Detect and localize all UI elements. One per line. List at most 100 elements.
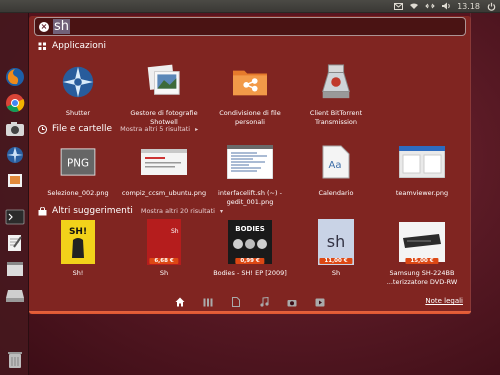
suggestion-label: Sh! — [72, 269, 84, 277]
photos-lens-icon[interactable] — [285, 296, 299, 308]
album-cover-icon: sh 11,00 € — [310, 218, 362, 266]
teamviewer-screenshot-icon — [396, 138, 448, 186]
top-panel: 13.18 — [0, 0, 500, 13]
suggestion-label: Bodies - SH! EP [2009] — [213, 269, 287, 277]
camera-launcher[interactable] — [3, 117, 26, 140]
lens-bar — [29, 293, 471, 311]
suggestion-tile[interactable]: BODIES 0,99 € Bodies - SH! EP [2009] — [207, 218, 293, 294]
shutter-launcher[interactable] — [3, 143, 26, 166]
app-label: Shutter — [65, 109, 91, 117]
wifi-icon[interactable] — [409, 2, 419, 11]
camera-icon — [5, 121, 24, 136]
app-tile-transmission[interactable]: Client BitTorrent Transmission — [293, 58, 379, 134]
text-editor-launcher[interactable] — [3, 231, 26, 254]
clear-search-icon[interactable]: × — [39, 21, 49, 32]
suggestion-tile[interactable]: 15,00 € Samsung SH-224BB ...terizzatore … — [379, 218, 465, 294]
file-tile[interactable]: interfacelift.sh (~) - gedit_001.png — [207, 138, 293, 214]
app-label: Condivisione di file personali — [219, 109, 281, 126]
dvd-drive-icon: 15,00 € — [396, 218, 448, 266]
app-label: Client BitTorrent Transmission — [309, 109, 363, 126]
shotwell-launcher[interactable] — [3, 169, 26, 192]
screenshot-thumbnail-icon — [138, 138, 190, 186]
drive-launcher[interactable] — [3, 283, 26, 306]
files-section-title: File e cartelle — [52, 124, 113, 134]
chrome-icon — [5, 93, 24, 112]
suggestion-tile[interactable]: Sh 6,68 € Sh — [121, 218, 207, 294]
expand-arrow-icon[interactable]: ▸ — [195, 126, 198, 133]
svg-text:PNG: PNG — [67, 158, 89, 170]
price-badge: 11,00 € — [319, 258, 353, 264]
cover-text: sh — [327, 232, 345, 251]
system-settings-launcher[interactable] — [3, 257, 26, 280]
suggestion-tile[interactable]: sh 11,00 € Sh — [293, 218, 379, 294]
launcher — [0, 13, 471, 375]
chrome-launcher[interactable] — [3, 91, 26, 114]
svg-text:Aa: Aa — [329, 160, 342, 171]
video-lens-icon[interactable] — [313, 296, 327, 308]
home-lens-icon[interactable] — [173, 296, 187, 308]
app-tile-file-sharing[interactable]: Condivisione di file personali — [207, 58, 293, 134]
hard-drive-icon — [5, 289, 24, 302]
png-file-icon: PNG — [52, 138, 104, 186]
price-badge: 0,99 € — [235, 258, 265, 264]
file-label: Calendario — [318, 189, 354, 197]
mail-icon[interactable] — [393, 2, 403, 11]
file-tile[interactable]: PNG Selezione_002.png — [35, 138, 121, 214]
files-section-header[interactable]: File e cartelle Mostra altri 5 risultati… — [37, 123, 198, 135]
firefox-launcher[interactable] — [3, 65, 26, 88]
shutter-icon — [52, 58, 104, 106]
clock-icon — [37, 124, 47, 134]
file-label: teamviewer.png — [395, 189, 449, 197]
cover-text: SH! — [69, 227, 87, 237]
album-cover-icon: BODIES 0,99 € — [224, 218, 276, 266]
window-icon — [6, 261, 23, 276]
files-show-more[interactable]: Mostra altri 5 risultati — [120, 125, 190, 133]
network-icon[interactable] — [425, 2, 435, 11]
price-badge: 15,00 € — [405, 258, 439, 264]
file-tile[interactable]: compiz_ccsm_ubuntu.png — [121, 138, 207, 214]
legal-notes-link[interactable]: Note legali — [425, 297, 463, 305]
apps-lens-icon[interactable] — [201, 296, 215, 308]
suggestion-tile[interactable]: SH! Sh! — [35, 218, 121, 294]
terminal-launcher[interactable] — [3, 205, 26, 228]
files-lens-icon[interactable] — [229, 296, 243, 308]
trash-launcher[interactable] — [3, 347, 26, 370]
shutter-icon — [6, 146, 23, 163]
suggestions-show-more[interactable]: Mostra altri 20 risultati — [141, 207, 215, 215]
terminal-icon — [5, 209, 24, 224]
font-file-icon: Aa — [310, 138, 362, 186]
volume-icon[interactable] — [441, 2, 451, 11]
gedit-screenshot-icon — [224, 138, 276, 186]
file-tile[interactable]: teamviewer.png — [379, 138, 465, 214]
file-label: interfacelift.sh (~) - gedit_001.png — [218, 189, 282, 206]
suggestions-section-title: Altri suggerimenti — [52, 206, 133, 216]
power-icon[interactable] — [486, 2, 496, 11]
shopping-bag-icon — [37, 206, 47, 216]
cover-text: BODIES — [235, 225, 265, 233]
file-tile[interactable]: Aa Calendario — [293, 138, 379, 214]
text-editor-icon — [7, 234, 22, 251]
suggestions-section-header[interactable]: Altri suggerimenti Mostra altri 20 risul… — [37, 205, 223, 217]
trash-icon — [7, 351, 22, 368]
apps-section-header[interactable]: Applicazioni — [37, 40, 106, 52]
cover-text: Sh — [171, 228, 179, 235]
apps-section-icon — [37, 41, 47, 51]
search-query[interactable]: sh — [53, 19, 71, 34]
suggestion-label: Sh — [159, 269, 169, 277]
firefox-icon — [5, 67, 24, 86]
suggestion-label: Samsung SH-224BB ...terizzatore DVD-RW — [386, 269, 458, 286]
album-cover-icon: Sh 6,68 € — [138, 218, 190, 266]
file-label: Selezione_002.png — [47, 189, 109, 197]
clock[interactable]: 13.18 — [457, 2, 480, 11]
folder-share-icon — [224, 58, 276, 106]
shotwell-icon — [138, 58, 190, 106]
expand-arrow-icon[interactable]: ▾ — [220, 208, 223, 215]
file-label: compiz_ccsm_ubuntu.png — [121, 189, 207, 197]
photos-icon — [7, 173, 22, 187]
search-field[interactable]: × sh — [34, 17, 466, 36]
album-cover-icon: SH! — [52, 218, 104, 266]
dash-edge — [29, 311, 471, 315]
music-lens-icon[interactable] — [257, 296, 271, 308]
transmission-icon — [310, 58, 362, 106]
price-badge: 6,68 € — [149, 258, 179, 264]
